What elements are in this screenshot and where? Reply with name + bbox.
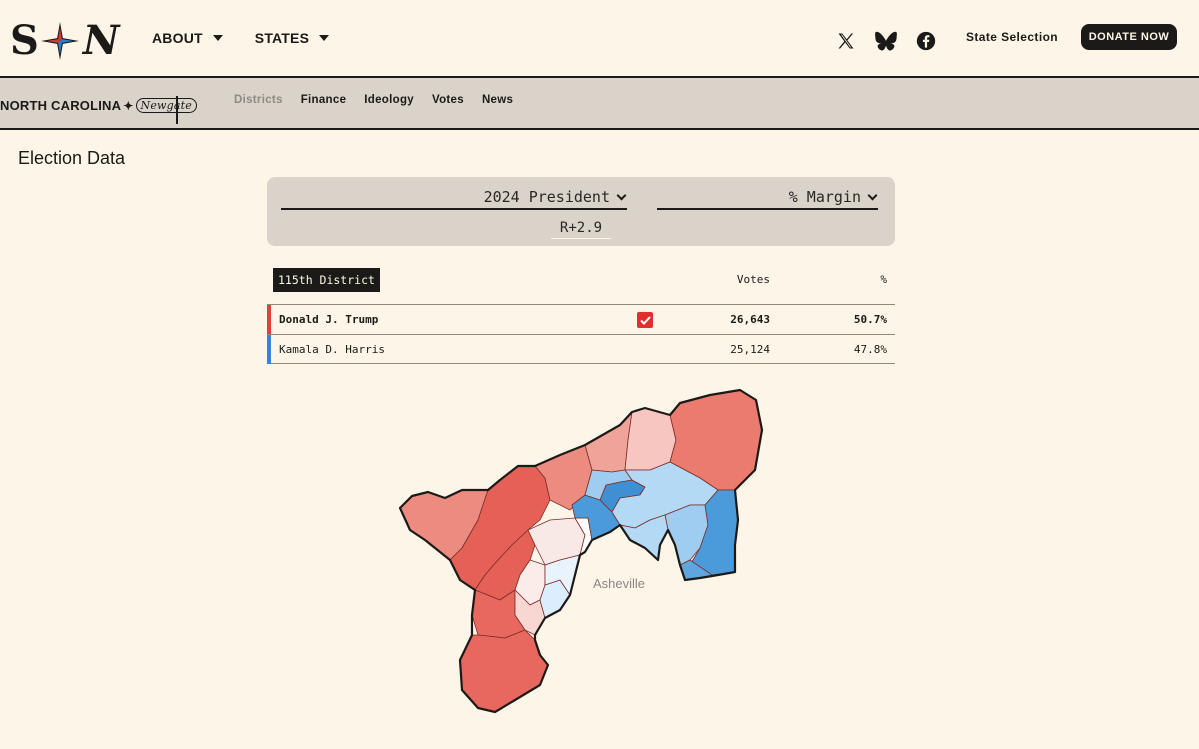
compass-star-icon — [40, 22, 79, 60]
percent-header: % — [880, 273, 887, 286]
facebook-icon[interactable] — [915, 30, 937, 52]
table-row: Donald J. Trump 26,643 50.7% — [267, 304, 895, 334]
state-selection-link[interactable]: State Selection — [966, 30, 1058, 44]
candidate-percent: 50.7% — [853, 313, 887, 326]
nav-states[interactable]: STATES — [254, 30, 330, 46]
tab-districts[interactable]: Districts — [234, 94, 283, 106]
votes-header: Votes — [736, 273, 770, 286]
metric-select-value: % Margin — [788, 188, 861, 206]
winner-check-icon — [637, 312, 653, 328]
district-badge: 115th District — [273, 268, 380, 292]
table-row: Kamala D. Harris 25,124 47.8% — [267, 334, 895, 364]
district-precinct-map: Asheville — [398, 388, 764, 714]
city-label-asheville: Asheville — [593, 576, 645, 591]
party-color-bar — [267, 305, 271, 334]
tab-ideology[interactable]: Ideology — [364, 94, 414, 106]
selector-panel: 2024 President % Margin R+2.9 — [267, 177, 895, 246]
margin-value: R+2.9 — [551, 220, 611, 239]
race-select[interactable]: 2024 President — [281, 186, 627, 210]
candidate-votes: 25,124 — [730, 343, 770, 356]
bluesky-icon[interactable] — [875, 30, 897, 52]
logo-letter-n: N — [82, 17, 120, 64]
caret-down-icon — [319, 35, 330, 41]
x-twitter-icon[interactable] — [835, 30, 857, 52]
race-select-value: 2024 President — [483, 188, 610, 206]
state-brand[interactable]: NORTH CAROLINA ✦ Newgate — [0, 98, 197, 113]
tab-votes[interactable]: Votes — [432, 94, 464, 106]
chevron-down-icon — [867, 190, 878, 200]
tab-news[interactable]: News — [482, 94, 513, 106]
page-title: Election Data — [18, 148, 126, 168]
social-links — [835, 30, 937, 52]
sub-header: NORTH CAROLINA ✦ Newgate Districts Finan… — [0, 78, 1199, 130]
star-icon: ✦ — [123, 98, 134, 113]
candidate-votes: 26,643 — [730, 313, 770, 326]
main-nav: ABOUT STATES — [152, 30, 330, 46]
state-name: NORTH CAROLINA — [0, 98, 122, 113]
party-color-bar — [267, 335, 271, 364]
brand-script: Newgate — [135, 98, 197, 113]
chevron-down-icon — [616, 190, 627, 200]
map-precinct[interactable] — [624, 407, 677, 471]
caret-down-icon — [212, 35, 223, 41]
candidate-name: Donald J. Trump — [279, 313, 379, 326]
candidate-name: Kamala D. Harris — [279, 343, 385, 356]
nav-about[interactable]: ABOUT — [152, 30, 223, 46]
nav-states-label: STATES — [254, 30, 310, 46]
logo-letter-s: S — [10, 17, 39, 64]
top-header: S N ABOUT STATES State Selection DONATE … — [0, 0, 1199, 78]
sub-nav: Districts Finance Ideology Votes News — [234, 94, 513, 106]
tab-finance[interactable]: Finance — [301, 94, 347, 106]
site-logo[interactable]: S N — [10, 16, 119, 66]
divider — [176, 96, 178, 124]
nav-about-label: ABOUT — [152, 30, 203, 46]
candidate-percent: 47.8% — [853, 343, 887, 356]
donate-button[interactable]: DONATE NOW — [1081, 24, 1177, 50]
metric-select[interactable]: % Margin — [657, 186, 878, 210]
